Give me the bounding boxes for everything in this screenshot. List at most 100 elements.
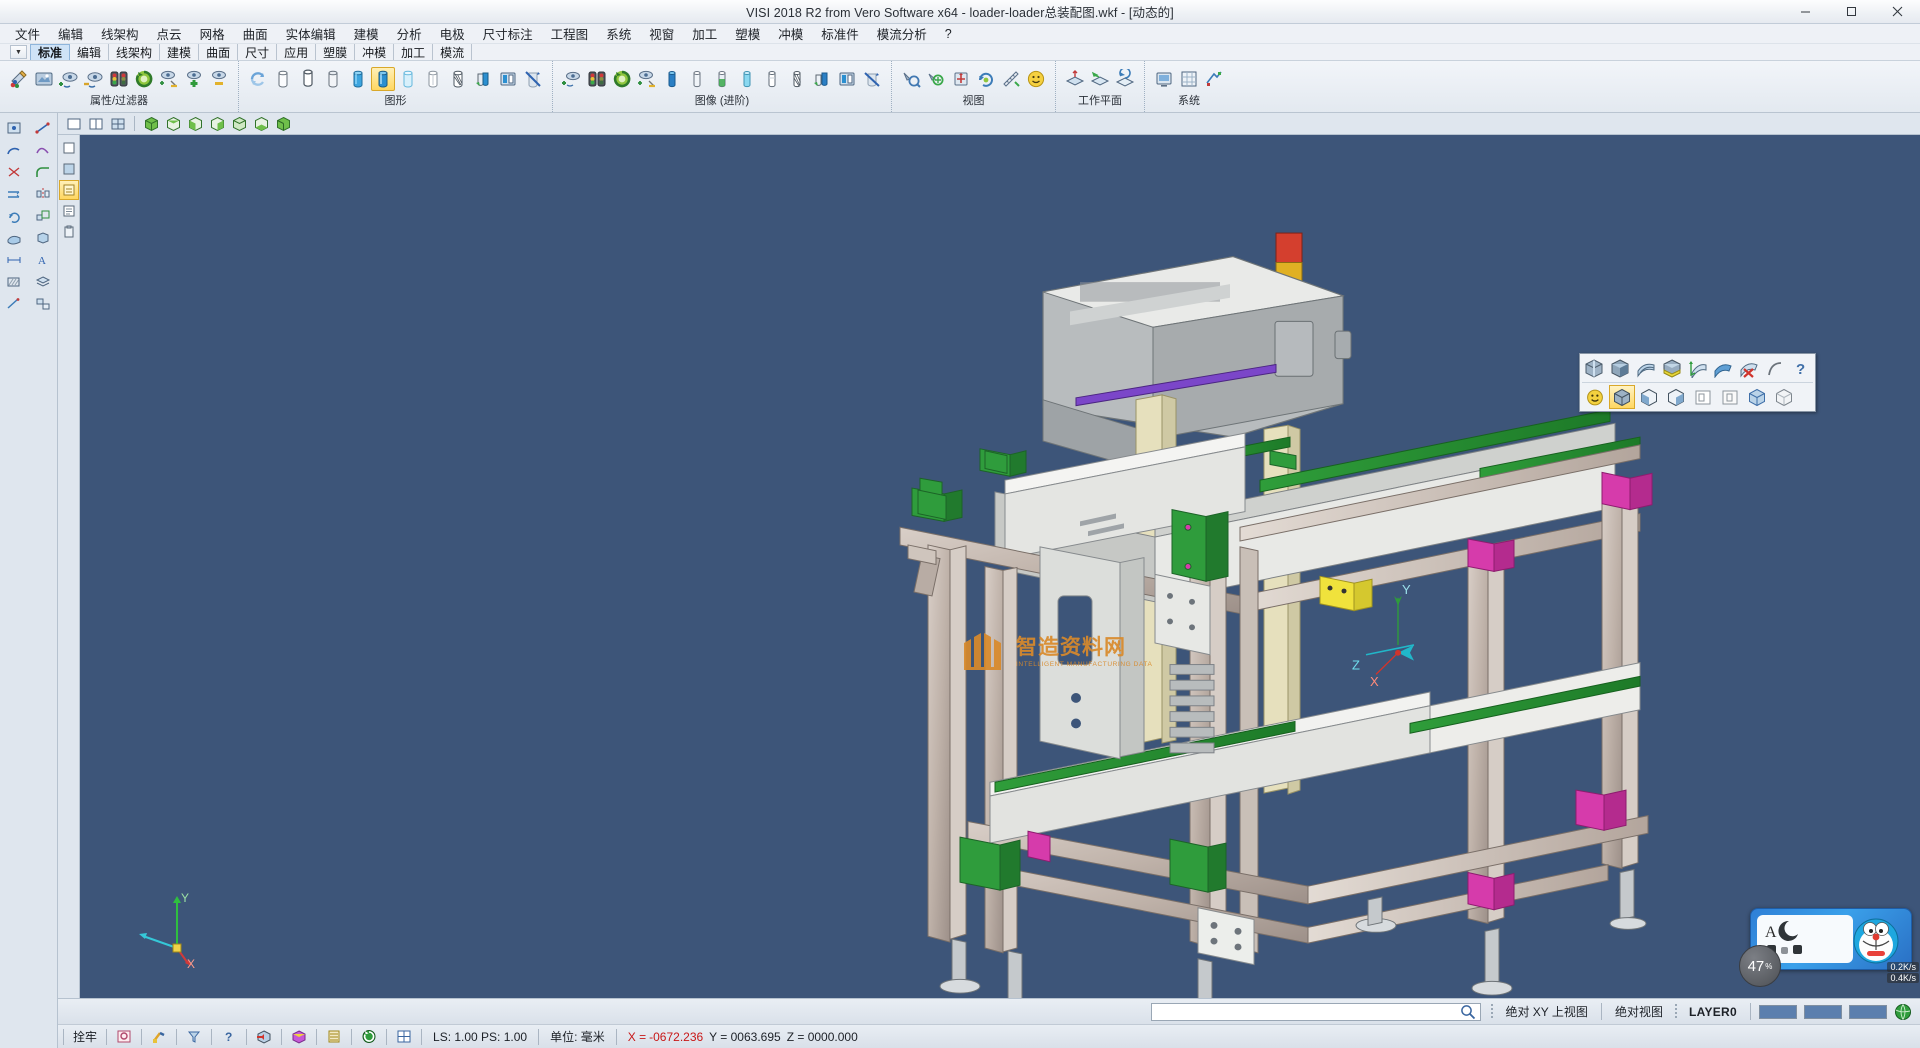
menu-item-pointcloud[interactable]: 点云	[148, 22, 191, 45]
shade-flat-icon[interactable]	[321, 67, 345, 91]
layer-list-icon[interactable]	[324, 1027, 344, 1046]
menu-item-help[interactable]: ?	[936, 25, 961, 43]
snap-to-solid-icon[interactable]	[254, 1027, 274, 1046]
tab-surface[interactable]: 曲面	[199, 44, 238, 60]
menu-item-surface[interactable]: 曲面	[234, 22, 277, 45]
image-cylinder-green-icon[interactable]	[710, 67, 734, 91]
tool-point-icon[interactable]	[1, 118, 27, 138]
properties-paint-icon[interactable]	[7, 67, 31, 91]
menu-item-solid-edit[interactable]: 实体编辑	[277, 22, 345, 45]
palette-plane-icon[interactable]	[1711, 356, 1736, 380]
add-all-icon[interactable]	[182, 67, 206, 91]
menu-item-mesh[interactable]: 网格	[191, 22, 234, 45]
palette-front-view-icon[interactable]	[1636, 385, 1662, 409]
palette-section-cube-icon[interactable]	[1659, 356, 1684, 380]
tab-press-die[interactable]: 冲模	[355, 44, 394, 60]
view-back-green-icon[interactable]	[229, 115, 249, 133]
status-view-mode[interactable]: 绝对 XY 上视图	[1500, 1003, 1592, 1020]
tab-edit[interactable]: 编辑	[70, 44, 109, 60]
image-toggle-icon[interactable]	[635, 67, 659, 91]
maximize-button[interactable]	[1828, 0, 1874, 24]
3d-viewport[interactable]: Y Z X	[80, 135, 1920, 998]
menu-item-mould[interactable]: 塑模	[726, 22, 769, 45]
view-front-green-icon[interactable]	[185, 115, 205, 133]
image-cylinder-cut-icon[interactable]	[810, 67, 834, 91]
palette-help-icon[interactable]: ?	[1788, 356, 1813, 380]
image-refresh-icon[interactable]	[610, 67, 634, 91]
snap-filter-icon[interactable]	[184, 1027, 204, 1046]
menu-item-drawing[interactable]: 工程图	[542, 22, 598, 45]
menu-item-modeling[interactable]: 建模	[345, 22, 388, 45]
view-zoom-all-icon[interactable]	[924, 67, 948, 91]
image-traffic-icon[interactable]	[585, 67, 609, 91]
remove-layer-icon[interactable]	[82, 67, 106, 91]
vs-shade-icon[interactable]	[59, 159, 79, 179]
status-color-swatch-2[interactable]	[1804, 1005, 1842, 1019]
color-cube-icon[interactable]	[289, 1027, 309, 1046]
view-iso2-green-icon[interactable]	[273, 115, 293, 133]
menu-item-press-die[interactable]: 冲模	[769, 22, 812, 45]
toggle-plusminus-icon[interactable]	[157, 67, 181, 91]
tab-application[interactable]: 应用	[277, 44, 316, 60]
view-layout-four-icon[interactable]	[108, 115, 128, 133]
tool-fillet-icon[interactable]	[30, 162, 56, 182]
shade-edges-icon[interactable]	[496, 67, 520, 91]
status-color-swatch-3[interactable]	[1849, 1005, 1887, 1019]
command-search-input[interactable]	[1152, 1004, 1460, 1020]
view-bottom-green-icon[interactable]	[251, 115, 271, 133]
floating-view-palette[interactable]: ?	[1579, 353, 1816, 412]
image-cylinder-blue-icon[interactable]	[660, 67, 684, 91]
image-disable-icon[interactable]	[860, 67, 884, 91]
image-cylinder-cyan-icon[interactable]	[735, 67, 759, 91]
system-settings-icon[interactable]	[1202, 67, 1226, 91]
menu-item-edit[interactable]: 编辑	[49, 22, 92, 45]
shade-section-icon[interactable]	[471, 67, 495, 91]
tool-measure2-icon[interactable]	[1, 294, 27, 314]
tab-machining[interactable]: 加工	[394, 44, 433, 60]
tab-moldflow[interactable]: 模流	[433, 44, 472, 60]
workplane-move-icon[interactable]	[1088, 67, 1112, 91]
image-cylinder-hatched-icon[interactable]	[785, 67, 809, 91]
vs-active-view-icon[interactable]	[59, 180, 79, 200]
tool-dim-icon[interactable]	[1, 250, 27, 270]
menu-item-electrode[interactable]: 电极	[431, 22, 474, 45]
menu-item-system[interactable]: 系统	[597, 22, 640, 45]
view-smiley-icon[interactable]	[1024, 67, 1048, 91]
image-cylinder-white-icon[interactable]	[685, 67, 709, 91]
shade-wireframe-icon[interactable]	[271, 67, 295, 91]
network-speed-overlay[interactable]: A	[1750, 908, 1912, 970]
palette-delete-surface-icon[interactable]	[1737, 356, 1762, 380]
palette-surface-icon[interactable]	[1634, 356, 1659, 380]
tab-standard[interactable]: 标准	[30, 44, 70, 60]
view-top-green-icon[interactable]	[163, 115, 183, 133]
image-cylinder-outline-icon[interactable]	[760, 67, 784, 91]
view-layout-two-icon[interactable]	[86, 115, 106, 133]
palette-drawing-sheet-icon[interactable]	[1690, 385, 1716, 409]
tool-text-icon[interactable]: A	[30, 250, 56, 270]
tool-group-icon[interactable]	[30, 294, 56, 314]
help-question-icon[interactable]: ?	[219, 1027, 239, 1046]
system-config-icon[interactable]	[1152, 67, 1176, 91]
shade-hatch-icon[interactable]	[446, 67, 470, 91]
image-compare-icon[interactable]	[835, 67, 859, 91]
close-button[interactable]	[1874, 0, 1920, 24]
tool-arc-icon[interactable]	[1, 140, 27, 160]
shade-hidden-icon[interactable]	[296, 67, 320, 91]
view-layout-single-icon[interactable]	[64, 115, 84, 133]
snap-magnet-icon[interactable]	[149, 1027, 169, 1046]
add-layer-icon[interactable]	[57, 67, 81, 91]
menu-item-analysis[interactable]: 分析	[388, 22, 431, 45]
palette-wire-cube-icon[interactable]	[1744, 385, 1770, 409]
status-layer-name[interactable]: LAYER0	[1684, 1005, 1742, 1019]
view-rotate-icon[interactable]	[974, 67, 998, 91]
shade-outline-icon[interactable]	[421, 67, 445, 91]
menu-item-wireframe[interactable]: 线架构	[92, 22, 148, 45]
palette-mirror-plane-icon[interactable]	[1685, 356, 1710, 380]
tool-solid-icon[interactable]	[30, 228, 56, 248]
status-absolute-view[interactable]: 绝对视图	[1610, 1003, 1668, 1020]
menu-item-machining[interactable]: 加工	[683, 22, 726, 45]
menu-item-flow-analysis[interactable]: 模流分析	[868, 22, 936, 45]
snap-point-icon[interactable]	[114, 1027, 134, 1046]
units-readout[interactable]: 单位: 毫米	[544, 1028, 611, 1045]
minimize-button[interactable]	[1782, 0, 1828, 24]
